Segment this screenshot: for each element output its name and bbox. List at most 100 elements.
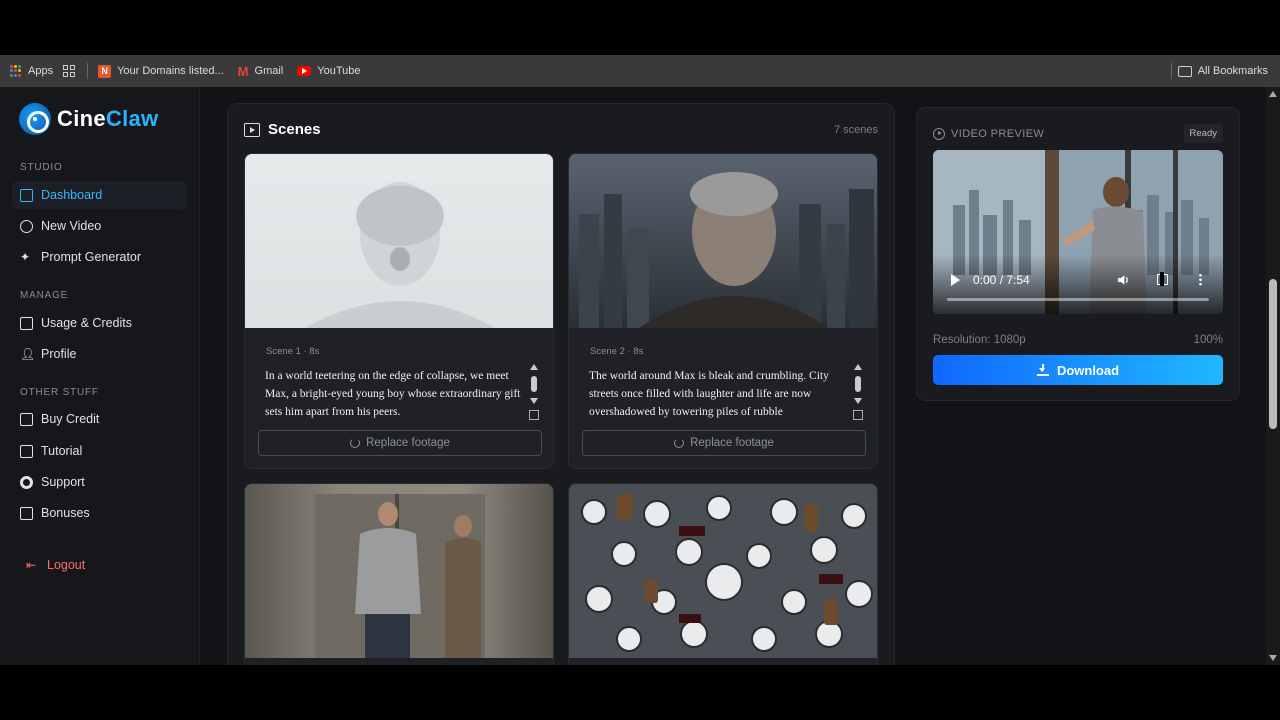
- domains-favicon-icon: N: [98, 64, 112, 78]
- replace-footage-button[interactable]: Replace footage: [258, 430, 542, 456]
- sidebar-item-prompt-generator[interactable]: ✦ Prompt Generator: [12, 243, 187, 271]
- video-player[interactable]: 0:00 / 7:54: [933, 150, 1223, 314]
- scroll-thumb: [531, 376, 537, 392]
- section-manage: MANAGE: [20, 290, 69, 301]
- plus-circle-icon: [20, 219, 33, 233]
- bookmark-youtube-label: YouTube: [317, 65, 361, 77]
- scene-2-image: [579, 172, 874, 328]
- apps-icon: [10, 65, 22, 77]
- bookmark-separator-right: [1171, 63, 1172, 79]
- section-other: OTHER STUFF: [20, 387, 99, 398]
- logout-icon: ⇤: [26, 557, 37, 572]
- scene-2-text[interactable]: The world around Max is bleak and crumbl…: [589, 367, 845, 421]
- bookmark-apps[interactable]: Apps: [10, 65, 53, 77]
- download-label: Download: [1056, 362, 1120, 378]
- scroll-up-icon: [1269, 91, 1277, 97]
- video-progress-track[interactable]: [947, 298, 1209, 301]
- sidebar-item-tutorial[interactable]: Tutorial: [12, 437, 187, 465]
- grid-icon: [63, 65, 76, 77]
- sidebar-item-buy-credit[interactable]: Buy Credit: [12, 405, 187, 433]
- scene-4-thumbnail[interactable]: [569, 484, 877, 658]
- bookmark-gmail[interactable]: M Gmail: [238, 64, 284, 79]
- bookmark-gmail-label: Gmail: [254, 65, 284, 77]
- video-time: 0:00 / 7:54: [973, 273, 1030, 287]
- logout-button[interactable]: ⇤ Logout: [18, 551, 193, 579]
- scene-2-thumbnail[interactable]: [569, 154, 877, 328]
- bookmark-youtube[interactable]: YouTube: [297, 65, 360, 77]
- scroll-thumb: [855, 376, 861, 392]
- progress-percent: 100%: [1193, 334, 1223, 346]
- brand-name-part1: Cine: [57, 106, 106, 131]
- video-controls: 0:00 / 7:54: [933, 254, 1223, 314]
- status-badge: Ready: [1183, 124, 1223, 143]
- sidebar-item-label: Tutorial: [41, 444, 83, 458]
- scenes-panel: Scenes 7 scenes Scene 1 · 8s In a world …: [227, 103, 895, 665]
- play-button[interactable]: [951, 274, 960, 286]
- sidebar-item-label: Buy Credit: [41, 412, 100, 426]
- fullscreen-icon[interactable]: [1157, 272, 1168, 286]
- resize-grip-icon: [853, 410, 863, 420]
- lifebuoy-icon: [20, 475, 33, 489]
- scene-card-4: [568, 483, 878, 665]
- wallet-icon: [20, 316, 33, 330]
- scene-1-thumbnail[interactable]: [245, 154, 553, 328]
- scenes-header: Scenes: [244, 121, 321, 138]
- scene-2-text-scrollbar[interactable]: [853, 364, 863, 426]
- play-circle-icon: [933, 128, 945, 140]
- logout-label: Logout: [47, 558, 86, 572]
- all-bookmarks-label: All Bookmarks: [1197, 65, 1268, 77]
- bookmark-domains[interactable]: N Your Domains listed...: [98, 64, 224, 78]
- refresh-icon: [674, 438, 685, 448]
- scene-3-image: [315, 494, 485, 658]
- section-studio: STUDIO: [20, 162, 63, 173]
- sidebar-item-usage-credits[interactable]: Usage & Credits: [12, 309, 187, 337]
- sidebar-item-dashboard[interactable]: Dashboard: [12, 181, 187, 209]
- video-preview-title: VIDEO PREVIEW: [951, 128, 1045, 140]
- document-icon: [20, 444, 33, 458]
- credit-card-icon: [20, 412, 33, 426]
- scene-1-image: [305, 182, 495, 328]
- scroll-thumb[interactable]: [1269, 279, 1277, 429]
- sidebar-item-bonuses[interactable]: Bonuses: [12, 499, 187, 527]
- scroll-down-icon: [1269, 655, 1277, 661]
- bookmark-apps-label: Apps: [28, 65, 54, 77]
- folder-icon: [1177, 65, 1192, 77]
- tab-groups-button[interactable]: [63, 65, 76, 77]
- scroll-up-icon: [530, 364, 538, 370]
- sidebar-item-new-video[interactable]: New Video: [12, 212, 187, 240]
- scenes-count: 7 scenes: [833, 124, 878, 136]
- sidebar-item-label: Support: [41, 475, 85, 489]
- youtube-icon: [297, 66, 312, 76]
- refresh-icon: [350, 438, 361, 448]
- more-options-icon[interactable]: [1199, 273, 1202, 286]
- scene-card-1: Scene 1 · 8s In a world teetering on the…: [244, 153, 554, 469]
- sidebar-item-label: New Video: [41, 219, 102, 233]
- download-button[interactable]: Download: [933, 355, 1223, 385]
- scene-1-text[interactable]: In a world teetering on the edge of coll…: [265, 367, 521, 421]
- download-icon: [1036, 364, 1049, 376]
- scene-card-2: Scene 2 · 8s The world around Max is ble…: [568, 153, 878, 469]
- sidebar-item-label: Dashboard: [41, 188, 103, 202]
- sidebar-item-support[interactable]: Support: [12, 468, 187, 496]
- video-preview-panel: VIDEO PREVIEW Ready 0:00 / 7:54 Resoluti…: [916, 107, 1240, 401]
- resolution-label: Resolution: 1080p: [933, 334, 1026, 346]
- bookmark-separator: [87, 63, 89, 79]
- replace-footage-button[interactable]: Replace footage: [582, 430, 866, 456]
- replace-footage-label: Replace footage: [690, 437, 774, 449]
- scene-3-thumbnail[interactable]: [245, 484, 553, 658]
- volume-icon[interactable]: [1117, 274, 1129, 286]
- bookmark-domains-label: Your Domains listed...: [117, 65, 224, 77]
- brand-logo[interactable]: CineClaw: [19, 103, 158, 135]
- scroll-down-icon: [530, 398, 538, 404]
- video-preview-header: VIDEO PREVIEW: [933, 128, 1044, 140]
- scroll-down-icon: [854, 398, 862, 404]
- scroll-up-icon: [854, 364, 862, 370]
- page-scrollbar[interactable]: [1266, 87, 1280, 665]
- scene-card-3: [244, 483, 554, 665]
- scene-1-text-scrollbar[interactable]: [529, 364, 539, 426]
- film-reel-icon: [19, 103, 51, 135]
- resize-grip-icon: [529, 410, 539, 420]
- all-bookmarks[interactable]: All Bookmarks: [1177, 55, 1268, 87]
- replace-footage-label: Replace footage: [366, 437, 450, 449]
- sidebar-item-profile[interactable]: 👤︎ Profile: [12, 340, 187, 368]
